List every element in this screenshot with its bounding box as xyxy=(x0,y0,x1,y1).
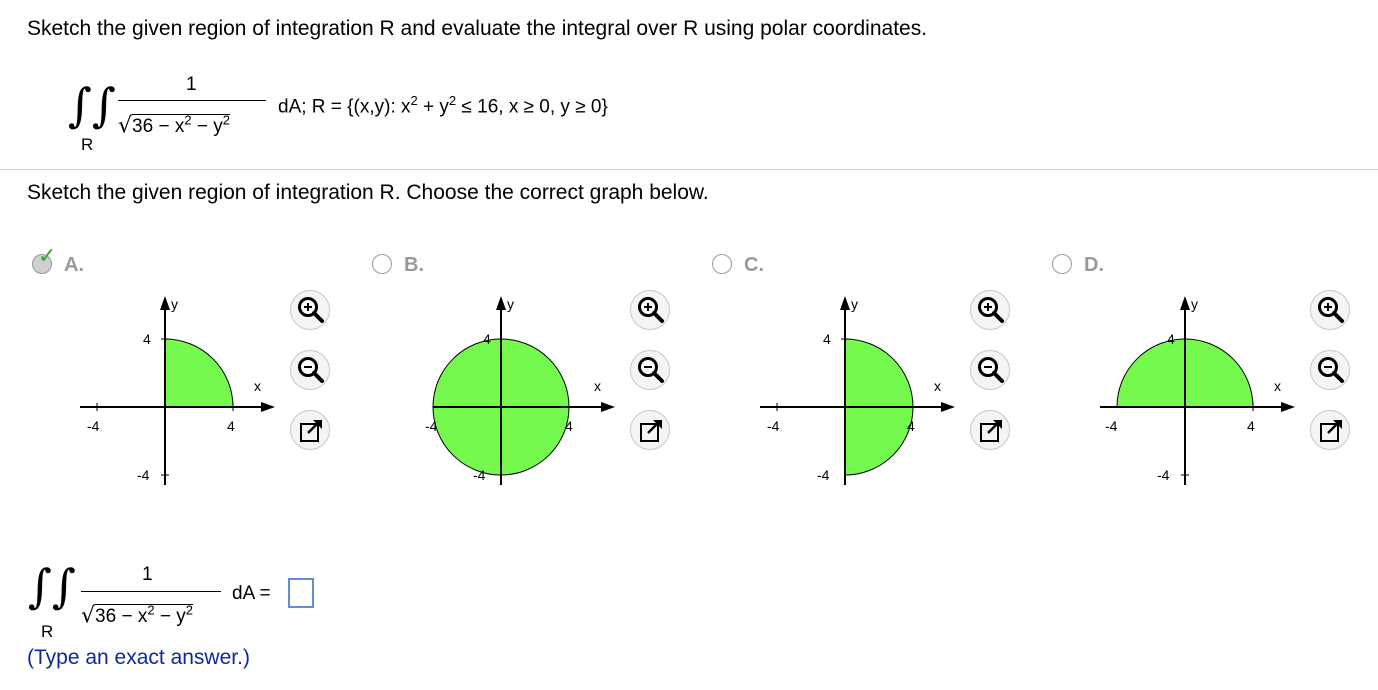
zoom-in-icon xyxy=(978,297,1004,323)
y-arrow xyxy=(1180,296,1190,310)
tick-label-xneg: -4 xyxy=(767,418,780,434)
y-label: y xyxy=(1191,296,1198,312)
zoom-in-button[interactable] xyxy=(630,290,670,330)
tick-label-ypos: 4 xyxy=(1167,331,1175,347)
choice-b-label: B. xyxy=(404,254,424,276)
graph-b: y x -4 4 4 -4 xyxy=(425,296,615,485)
sqrt-symbol-2: √ xyxy=(81,603,96,629)
tick-label-xpos: 4 xyxy=(1247,418,1255,434)
zoom-out-icon xyxy=(298,357,324,383)
fraction-bar-2 xyxy=(81,591,221,592)
y-label: y xyxy=(851,296,858,312)
integrand-denominator-2: √36 − x2 − y2 xyxy=(81,603,193,628)
tick-label-yneg: -4 xyxy=(473,467,486,483)
tick-label-xpos: 4 xyxy=(907,418,915,434)
tick-label-xneg: -4 xyxy=(425,418,438,434)
zoom-in-icon xyxy=(298,297,324,323)
x-arrow xyxy=(941,402,955,412)
popout-icon xyxy=(300,420,322,442)
region-definition: dA; R = {(x,y): x2 + y2 ≤ 16, x ≥ 0, y ≥… xyxy=(278,93,608,118)
tick-label-ypos: 4 xyxy=(483,331,491,347)
question-prompt: Sketch the given region of integration R… xyxy=(27,17,928,40)
x-label: x xyxy=(934,378,941,394)
double-integral-sign: ∫∫ xyxy=(68,78,116,132)
zoom-in-button[interactable] xyxy=(1310,290,1350,330)
zoom-in-button[interactable] xyxy=(290,290,330,330)
radicand: 36 − x2 − y2 xyxy=(132,113,230,138)
graph-c: y x -4 4 4 -4 xyxy=(760,296,955,485)
tick-label-xpos: 4 xyxy=(227,418,235,434)
zoom-in-icon xyxy=(1318,297,1344,323)
choice-a[interactable]: ✓ A. xyxy=(30,243,90,277)
zoom-out-button[interactable] xyxy=(290,350,330,390)
y-label: y xyxy=(507,296,514,312)
integrand-numerator-2: 1 xyxy=(142,564,153,585)
choice-d-label: D. xyxy=(1084,254,1104,276)
x-label: x xyxy=(1274,378,1281,394)
popout-icon xyxy=(980,420,1002,442)
tick-label-xpos: 4 xyxy=(565,418,573,434)
y-arrow xyxy=(496,296,506,310)
choice-b[interactable]: B. xyxy=(370,251,430,277)
radicand-2: 36 − x2 − y2 xyxy=(95,603,193,628)
section-divider xyxy=(0,169,1378,170)
answer-hint: (Type an exact answer.) xyxy=(27,646,250,669)
zoom-in-icon xyxy=(638,297,664,323)
region-subscript-2: R xyxy=(41,622,54,641)
x-label: x xyxy=(594,378,601,394)
choice-d[interactable]: D. xyxy=(1050,251,1110,277)
tick-label-yneg: -4 xyxy=(817,467,830,483)
popout-icon xyxy=(640,420,662,442)
popout-button[interactable] xyxy=(1310,410,1350,450)
tick-label-ypos: 4 xyxy=(823,331,831,347)
graph-d: y x -4 4 4 -4 xyxy=(1100,296,1295,485)
x-arrow xyxy=(261,402,275,412)
radio-c[interactable] xyxy=(712,254,732,274)
answer-input[interactable] xyxy=(288,578,314,608)
choice-c[interactable]: C. xyxy=(710,251,770,277)
popout-button[interactable] xyxy=(970,410,1010,450)
checkmark-icon: ✓ xyxy=(38,243,57,268)
tick-label-yneg: -4 xyxy=(137,467,150,483)
tick-label-xneg: -4 xyxy=(87,418,100,434)
choice-c-label: C. xyxy=(744,254,764,276)
radio-d[interactable] xyxy=(1052,254,1072,274)
tick-label-yneg: -4 xyxy=(1157,467,1170,483)
dA-equals: dA = xyxy=(232,583,271,604)
zoom-out-button[interactable] xyxy=(630,350,670,390)
x-arrow xyxy=(1281,402,1295,412)
popout-icon xyxy=(1320,420,1342,442)
integrand-denominator: √36 − x2 − y2 xyxy=(118,113,230,138)
tick-label-ypos: 4 xyxy=(143,331,151,347)
region-subscript: R xyxy=(81,135,94,154)
zoom-out-icon xyxy=(1318,357,1344,383)
tick-label-xneg: -4 xyxy=(1105,418,1118,434)
zoom-out-icon xyxy=(978,357,1004,383)
choice-a-label: A. xyxy=(64,254,84,276)
part1-prompt: Sketch the given region of integration R… xyxy=(27,181,709,204)
fraction-bar xyxy=(118,100,266,101)
sqrt-symbol: √ xyxy=(118,113,133,139)
integrand-numerator: 1 xyxy=(186,74,197,95)
x-label: x xyxy=(254,378,261,394)
popout-button[interactable] xyxy=(290,410,330,450)
y-arrow xyxy=(840,296,850,310)
zoom-out-button[interactable] xyxy=(970,350,1010,390)
radio-b[interactable] xyxy=(372,254,392,274)
y-arrow xyxy=(160,296,170,310)
region-a xyxy=(164,338,234,408)
zoom-in-button[interactable] xyxy=(970,290,1010,330)
graph-a: y x -4 4 4 -4 xyxy=(80,296,275,485)
popout-button[interactable] xyxy=(630,410,670,450)
y-label: y xyxy=(171,296,178,312)
zoom-out-button[interactable] xyxy=(1310,350,1350,390)
zoom-out-icon xyxy=(638,357,664,383)
x-arrow xyxy=(601,402,615,412)
double-integral-sign-2: ∫∫ xyxy=(28,559,76,613)
